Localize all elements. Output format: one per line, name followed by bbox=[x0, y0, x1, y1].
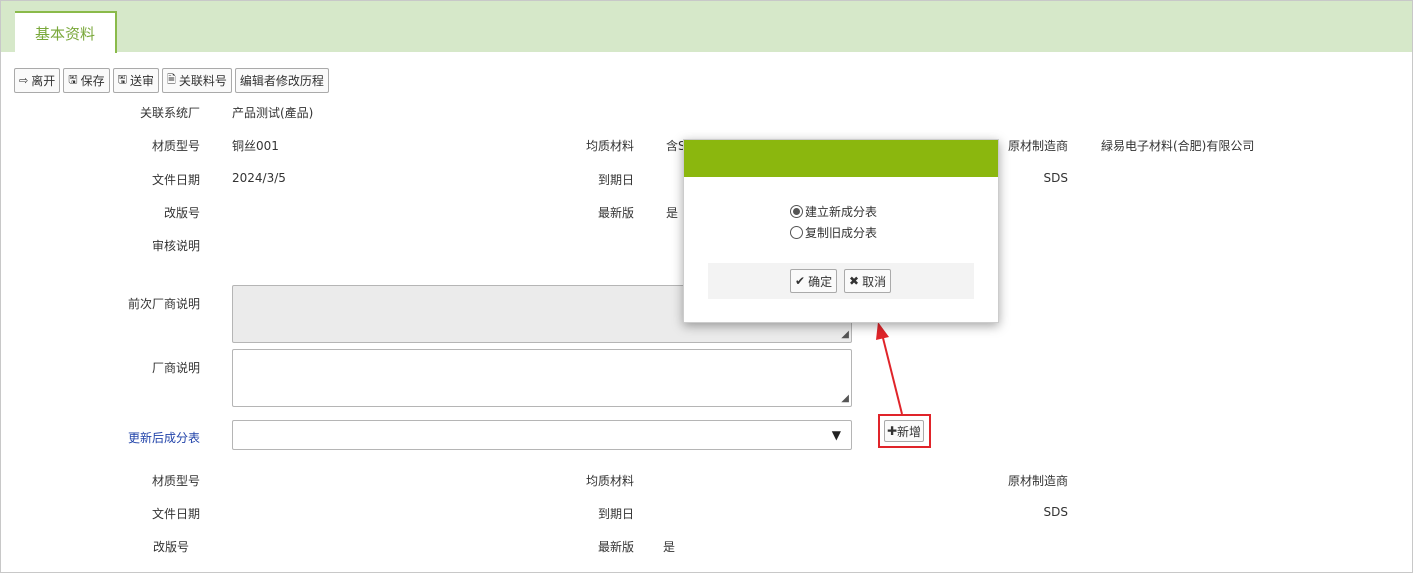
option-new-label[interactable]: 建立新成分表 bbox=[805, 203, 877, 220]
dialog-footer: ✔ 确定 ✖ 取消 bbox=[708, 263, 974, 299]
radio-copy[interactable] bbox=[790, 226, 803, 239]
option-copy-row[interactable]: 复制旧成分表 bbox=[790, 224, 877, 241]
option-new-row[interactable]: 建立新成分表 bbox=[790, 203, 877, 220]
cancel-label: 取消 bbox=[862, 274, 887, 289]
check-icon: ✔ bbox=[795, 274, 806, 288]
close-icon: ✖ bbox=[849, 274, 860, 288]
confirm-button[interactable]: ✔ 确定 bbox=[790, 269, 838, 293]
create-table-dialog: 建立新成分表 复制旧成分表 ✔ 确定 ✖ 取消 bbox=[683, 139, 999, 323]
confirm-label: 确定 bbox=[808, 274, 833, 289]
radio-new[interactable] bbox=[790, 205, 803, 218]
cancel-button[interactable]: ✖ 取消 bbox=[844, 269, 892, 293]
option-copy-label[interactable]: 复制旧成分表 bbox=[805, 224, 877, 241]
dialog-header bbox=[684, 140, 998, 177]
